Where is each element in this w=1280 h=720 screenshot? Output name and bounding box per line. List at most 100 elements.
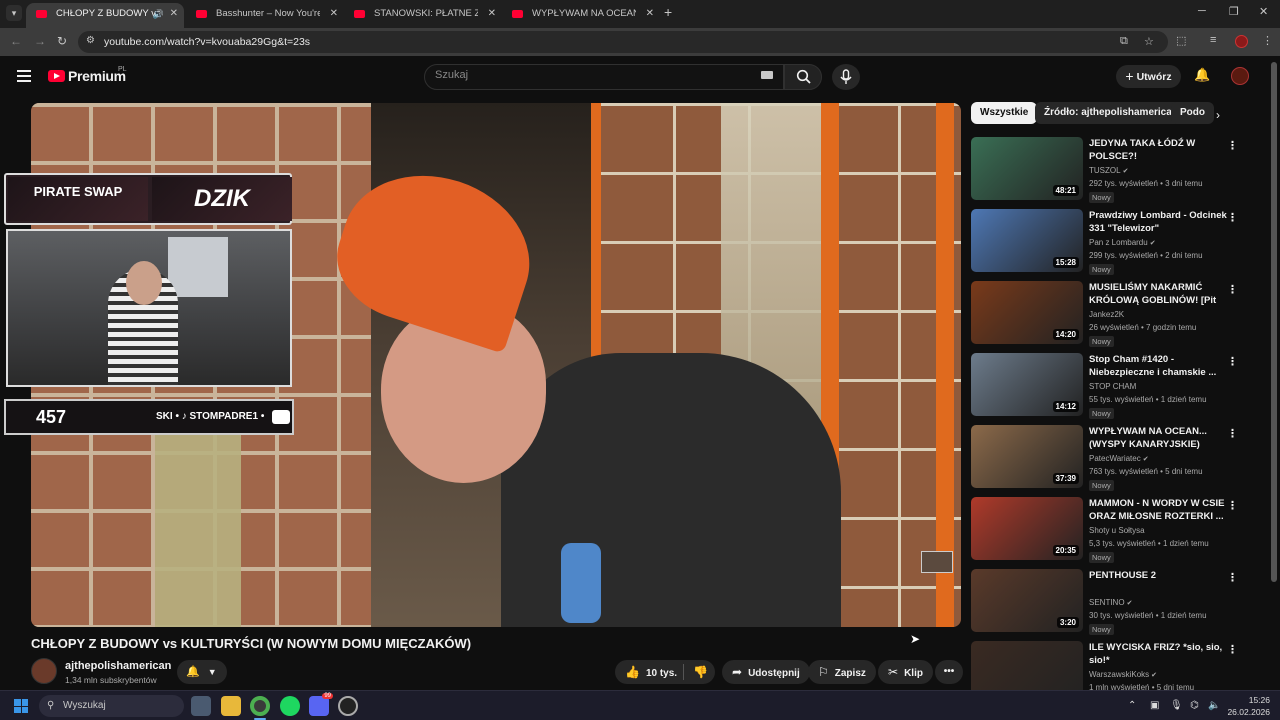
more-vertical-icon[interactable]: ⋮ (1227, 499, 1238, 512)
windows-start-icon[interactable] (14, 699, 28, 713)
video-thumbnail[interactable]: 14:12 (971, 353, 1083, 416)
site-info-icon[interactable]: ⚙ (86, 35, 95, 46)
video-miniplayer-thumb[interactable] (921, 551, 953, 573)
save-button[interactable]: ⚐ Zapisz (808, 660, 876, 684)
chip-source[interactable]: Źródło: ajthepolishamerican (1035, 102, 1187, 124)
recommendation-item[interactable]: 3:20 PENTHOUSE 2 SENTINO ✔ 30 tys. wyświetle… (971, 569, 1251, 635)
reload-icon[interactable]: ↻ (57, 34, 67, 48)
video-thumbnail[interactable]: 20:35 (971, 497, 1083, 560)
discord-icon[interactable]: 99 (309, 693, 333, 716)
chrome-icon[interactable] (250, 696, 270, 716)
share-button[interactable]: ➦ Udostępnij (722, 660, 810, 684)
video-thumbnail[interactable]: 14:20 (971, 281, 1083, 344)
more-vertical-icon[interactable]: ⋮ (1227, 427, 1238, 440)
recommendation-item[interactable]: 48:21 JEDYNA TAKA ŁÓDŹ W POLSCE?! TUSZOL ✔ 2… (971, 137, 1251, 203)
recommendation-channel[interactable]: TUSZOL ✔ (1089, 166, 1128, 175)
recommendation-channel[interactable]: Shoty u Sołtysa (1089, 526, 1145, 535)
video-thumbnail[interactable]: 48:21 (971, 137, 1083, 200)
more-actions-button[interactable]: ••• (935, 660, 963, 684)
page-scrollbar-thumb[interactable] (1271, 62, 1277, 582)
recommendation-channel[interactable]: STOP CHAM (1089, 382, 1136, 391)
taskbar-search[interactable]: ⚲ Wyszukaj (39, 695, 184, 717)
close-window-icon[interactable]: ✕ (1259, 5, 1268, 18)
spotify-icon[interactable] (280, 696, 300, 716)
recommendation-channel[interactable]: WarszawskiKoks ✔ (1089, 670, 1157, 679)
menu-dots-icon[interactable]: ⋮ (1262, 34, 1273, 47)
create-button[interactable]: + Utwórz (1116, 65, 1181, 88)
recommendation-title[interactable]: ILE WYCISKA FRIZ? *sio, sio, sio!* (1089, 641, 1227, 667)
obs-icon[interactable] (338, 696, 358, 716)
youtube-logo-icon[interactable] (48, 70, 65, 82)
tray-app-icon[interactable]: ▣ (1150, 700, 1159, 711)
media-control-icon[interactable]: ≡ (1210, 34, 1216, 46)
recommendation-title[interactable]: MUSIELIŚMY NAKARMIĆ KRÓLOWĄ GOBLINÓW! [P… (1089, 281, 1227, 308)
channel-name[interactable]: ajthepolishamerican (65, 660, 171, 672)
minimize-icon[interactable]: ─ (1198, 5, 1206, 17)
recommendation-title[interactable]: WYPŁYWAM NA OCEAN... (WYSPY KANARYJSKIE) (1089, 425, 1227, 451)
subscribed-button[interactable]: 🔔 ▼ (177, 660, 227, 684)
tab-search-icon[interactable]: ▾ (6, 5, 22, 21)
thumbs-down-icon[interactable]: 👎 (693, 660, 708, 684)
cast-icon[interactable]: ⧉ (1120, 35, 1128, 48)
taskbar-clock[interactable]: 15:26 26.02.2026 (1226, 694, 1270, 718)
video-thumbnail[interactable]: 3:20 (971, 569, 1083, 632)
tab-4[interactable]: WYPŁYWAM NA OCEAN... (WYS ✕ (502, 3, 660, 25)
video-thumbnail[interactable]: 37:39 (971, 425, 1083, 488)
chip-all[interactable]: Wszystkie (971, 102, 1038, 124)
recommendation-item[interactable]: 37:39 WYPŁYWAM NA OCEAN... (WYSPY KANARYJ… (971, 425, 1251, 491)
bookmark-star-icon[interactable]: ☆ (1144, 35, 1154, 48)
recommendation-channel[interactable]: PatecWariatec ✔ (1089, 454, 1149, 463)
clip-button[interactable]: ✂ Klip (878, 660, 933, 684)
menu-icon[interactable] (17, 70, 31, 85)
recommendation-channel[interactable]: SENTINO ✔ (1089, 598, 1132, 607)
recommendation-channel[interactable]: Pan z Lombardu ✔ (1089, 238, 1156, 247)
video-thumbnail[interactable]: 15:28 (971, 209, 1083, 272)
address-bar[interactable]: ⚙ youtube.com/watch?v=kvouaba29Gg&t=23s … (78, 31, 1168, 53)
recommendation-item[interactable]: 14:12 Stop Cham #1420 - Niebezpieczne i c… (971, 353, 1251, 419)
more-vertical-icon[interactable]: ⋮ (1227, 355, 1238, 368)
more-vertical-icon[interactable]: ⋮ (1227, 139, 1238, 152)
recommendation-title[interactable]: PENTHOUSE 2 (1089, 569, 1227, 582)
forward-icon[interactable]: → (34, 34, 46, 48)
restore-icon[interactable]: ❐ (1229, 5, 1239, 18)
search-input[interactable] (435, 69, 745, 81)
tab-close-icon[interactable]: ✕ (488, 3, 496, 25)
video-thumbnail[interactable] (971, 641, 1083, 693)
recommendation-item[interactable]: 14:20 MUSIELIŚMY NAKARMIĆ KRÓLOWĄ GOBLINÓ… (971, 281, 1251, 347)
channel-avatar[interactable] (31, 658, 57, 684)
extensions-icon[interactable]: ⬚ (1176, 34, 1186, 47)
tab-close-icon[interactable]: ✕ (170, 3, 178, 25)
search-button[interactable] (784, 64, 822, 90)
more-vertical-icon[interactable]: ⋮ (1227, 643, 1238, 656)
back-icon[interactable]: ← (10, 34, 22, 48)
more-vertical-icon[interactable]: ⋮ (1227, 211, 1238, 224)
tray-chevron-up-icon[interactable]: ⌃ (1128, 700, 1136, 711)
recommendation-title[interactable]: Stop Cham #1420 - Niebezpieczne i chamsk… (1089, 353, 1227, 379)
chip-related[interactable]: Podo (1171, 102, 1214, 124)
recommendation-title[interactable]: JEDYNA TAKA ŁÓDŹ W POLSCE?! (1089, 137, 1227, 163)
network-icon[interactable]: ⌬ (1190, 700, 1199, 711)
tab-2[interactable]: Basshunter – Now You're Gone ✕ (186, 3, 344, 25)
profile-avatar-icon[interactable] (1235, 35, 1248, 48)
keyboard-icon[interactable] (761, 71, 773, 79)
account-avatar[interactable] (1231, 67, 1249, 85)
like-button[interactable]: 👍 10 tys. (625, 665, 677, 679)
tab-close-icon[interactable]: ✕ (646, 3, 654, 25)
file-explorer-icon[interactable] (221, 696, 241, 716)
more-vertical-icon[interactable]: ⋮ (1227, 571, 1238, 584)
recommendation-title[interactable]: MAMMON - N WORDY W CSIE ORAZ MIŁOSNE ROZ… (1089, 497, 1227, 523)
notifications-bell-icon[interactable]: 🔔 (1194, 67, 1210, 83)
recommendation-item[interactable]: 20:35 MAMMON - N WORDY W CSIE ORAZ MIŁOSN… (971, 497, 1251, 563)
recommendation-item[interactable]: ILE WYCISKA FRIZ? *sio, sio, sio!* Warsza… (971, 641, 1251, 693)
chevron-right-icon[interactable]: › (1216, 108, 1220, 122)
tab-3[interactable]: STANOWSKI: PŁATNE ZLECENIE ✕ (344, 3, 502, 25)
more-vertical-icon[interactable]: ⋮ (1227, 283, 1238, 296)
recommendation-item[interactable]: 15:28 Prawdziwy Lombard - Odcinek 331 "Te… (971, 209, 1251, 275)
voice-search-button[interactable] (832, 64, 860, 90)
recommendation-title[interactable]: Prawdziwy Lombard - Odcinek 331 "Telewiz… (1089, 209, 1227, 235)
task-view-icon[interactable] (191, 696, 211, 716)
microphone-tray-icon[interactable]: 🎙 (1170, 700, 1183, 711)
tab-active[interactable]: CHŁOPY Z BUDOWY vs KUL 🔊 ✕ (26, 3, 184, 28)
tab-close-icon[interactable]: ✕ (330, 3, 338, 25)
new-tab-icon[interactable]: + (664, 4, 672, 20)
